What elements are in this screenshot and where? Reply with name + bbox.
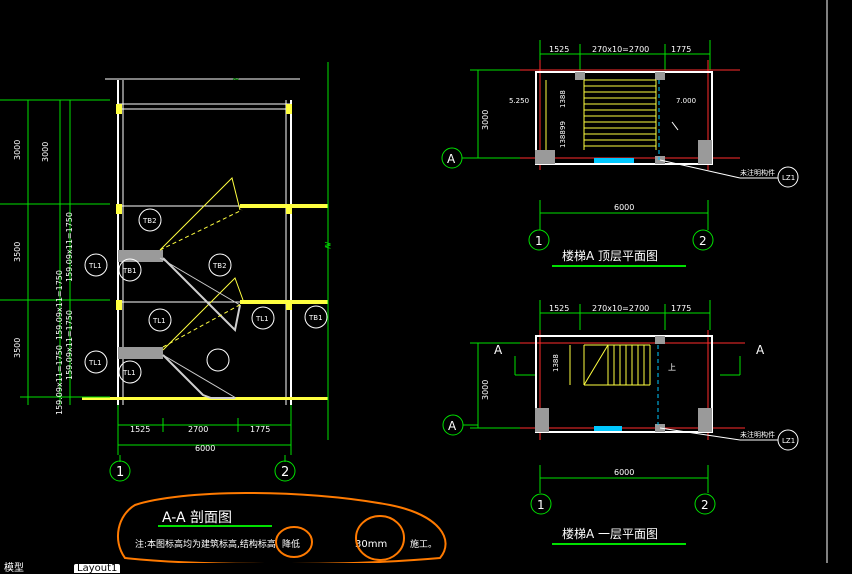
section-dim-total: 6000 — [195, 444, 215, 453]
ground-section-mark-left: A — [494, 343, 503, 357]
section-title: A-A 剖面图 — [162, 510, 232, 526]
section-dim-bottom-2: 2700 — [188, 425, 208, 434]
top-dim-left: 3000 — [481, 110, 490, 130]
ground-dim-3: 1775 — [671, 304, 691, 313]
section-dim-inner-3: 159.09x11=1750 — [55, 270, 64, 340]
annotation-circle-2 — [355, 515, 405, 561]
section-dim-inner-4: 159.09x11=1750 — [55, 345, 64, 415]
top-plan: 1525 270x10=2700 1775 3000 5.250 7.000 1… — [441, 40, 799, 267]
ground-dim-2: 270x10=2700 — [592, 304, 649, 313]
note-lower-by: 降低 — [282, 538, 300, 550]
tab-layout1[interactable]: Layout1 — [74, 564, 121, 574]
ground-plan: 1525 270x10=2700 1775 上 1388 A A 3000 A … — [442, 300, 799, 545]
section-note: 注:本图标高均为建筑标高,结构标高 — [135, 538, 276, 550]
tag-tl1-right-mid: TL1 — [255, 315, 269, 323]
section-dim-left-3: 3500 — [13, 338, 22, 358]
ground-plan-title: 楼梯A 一层平面图 — [562, 526, 658, 541]
top-inner-3: 1388 — [559, 90, 567, 108]
ground-axis-a: A — [448, 419, 457, 433]
tag-tl1-mid: TL1 — [152, 317, 166, 325]
section-dim-bottom-3: 1775 — [250, 425, 270, 434]
top-level-left: 5.250 — [509, 97, 529, 105]
section-dim-inner-1: 3000 — [41, 142, 50, 162]
top-dim-2: 270x10=2700 — [592, 45, 649, 54]
top-plan-title: 楼梯A 顶层平面图 — [562, 248, 658, 263]
section-dim-inner-5: 159.09x11=1750 — [65, 310, 74, 380]
cad-drawing-canvas[interactable]: ~ ≷ 3000 3500 3500 3000 159.09x11=1750 1… — [0, 0, 852, 573]
tab-model[interactable]: 模型 — [4, 564, 24, 574]
section-aa: ~ ≷ 3000 3500 3500 3000 159.09x11=1750 1… — [0, 62, 447, 565]
tag-tl1-right-edge: TB1 — [308, 314, 323, 322]
section-dim-bottom-1: 1525 — [130, 425, 150, 434]
tag-tl1-left-lower: TL1 — [88, 359, 102, 367]
ground-dim-left: 3000 — [481, 380, 490, 400]
note-construction: 施工。 — [410, 538, 437, 550]
tag-tl1-left-upper: TL1 — [88, 262, 102, 270]
top-callout: 未注明构件 — [740, 168, 775, 177]
ground-callout: 未注明构件 — [740, 430, 775, 439]
top-inner-1: 1388 — [559, 130, 567, 148]
tag-tb2-upper: TB2 — [142, 217, 157, 225]
ground-inner-dim: 1388 — [552, 354, 560, 372]
svg-text:~: ~ — [232, 75, 240, 85]
layout-tab-bar: 模型 Layout1 — [0, 563, 852, 574]
tag-tb2-mid: TB2 — [212, 262, 227, 270]
section-dim-left-2: 3500 — [13, 242, 22, 262]
tag-tb1-upper: TB1 — [122, 267, 137, 275]
section-dim-inner-2: 159.09x11=1750 — [65, 212, 74, 282]
top-dim-total: 6000 — [614, 203, 634, 212]
ground-callout-tag: LZ1 — [782, 437, 795, 445]
tag-tl1-lower: TL1 — [122, 369, 136, 377]
ground-up-label: 上 — [668, 363, 676, 372]
top-axis-1: 1 — [535, 234, 543, 248]
ground-axis-2: 2 — [701, 498, 709, 512]
top-axis-a: A — [447, 152, 456, 166]
top-axis-2: 2 — [699, 234, 707, 248]
top-dim-1: 1525 — [549, 45, 569, 54]
top-level-right: 7.000 — [676, 97, 696, 105]
section-axis-2: 2 — [281, 465, 289, 480]
top-callout-tag: LZ1 — [782, 174, 795, 182]
ground-section-mark-right: A — [756, 343, 765, 357]
section-dim-left-1: 3000 — [13, 140, 22, 160]
ground-axis-1: 1 — [537, 498, 545, 512]
ground-dim-total: 6000 — [614, 468, 634, 477]
svg-text:≷: ≷ — [324, 241, 332, 251]
top-inner-2: 99 — [559, 121, 567, 130]
ground-dim-1: 1525 — [549, 304, 569, 313]
top-dim-3: 1775 — [671, 45, 691, 54]
section-axis-1: 1 — [116, 465, 124, 480]
